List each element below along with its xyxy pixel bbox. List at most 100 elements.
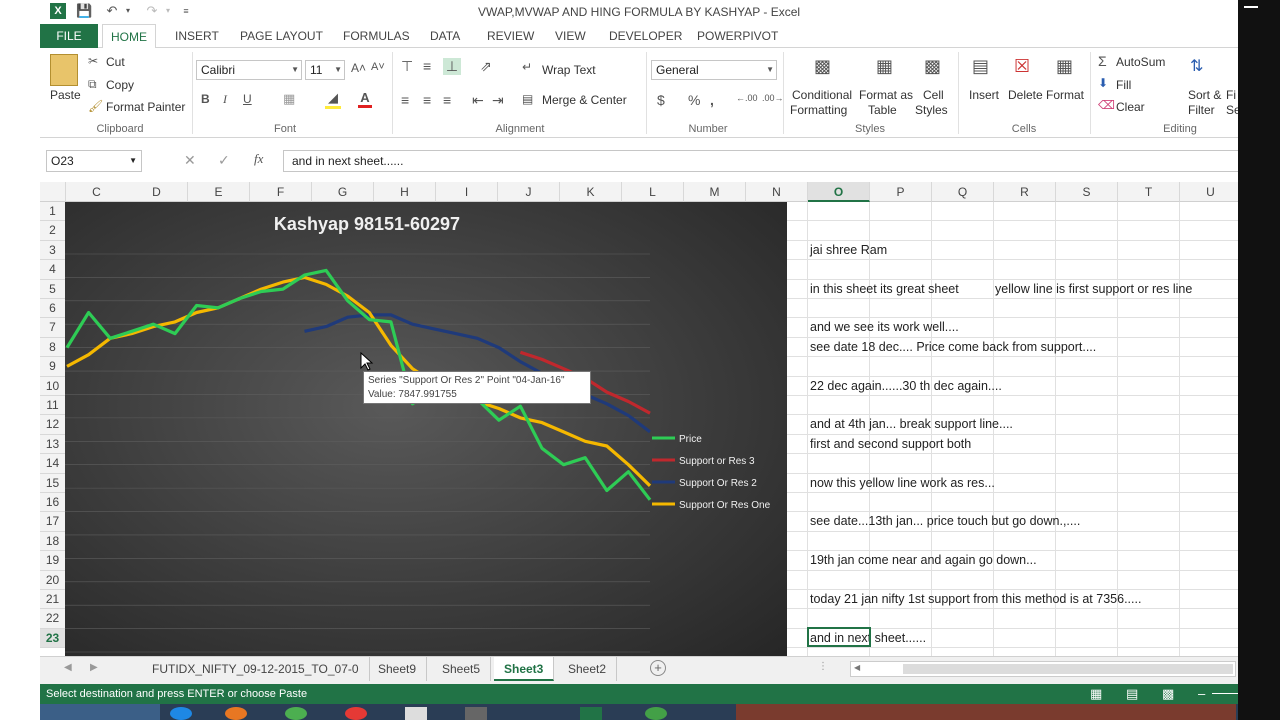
- tab-developer[interactable]: DEVELOPER: [601, 24, 690, 48]
- sheet-tab-sheet5[interactable]: Sheet5: [432, 657, 492, 681]
- scrollbar-thumb[interactable]: [903, 664, 1233, 674]
- row-header-6[interactable]: 6: [40, 299, 66, 319]
- tab-data[interactable]: DATA: [422, 24, 468, 48]
- column-header-i[interactable]: I: [436, 182, 498, 202]
- row-header-22[interactable]: 22: [40, 609, 66, 629]
- row-header-17[interactable]: 17: [40, 512, 66, 532]
- paste-button[interactable]: Paste: [50, 88, 81, 102]
- column-header-u[interactable]: U: [1180, 182, 1238, 202]
- firefox-icon[interactable]: [225, 707, 247, 720]
- column-header-e[interactable]: E: [188, 182, 250, 202]
- scroll-tabs-right-icon[interactable]: ▶: [90, 662, 98, 673]
- column-header-n[interactable]: N: [746, 182, 808, 202]
- tab-insert[interactable]: INSERT: [167, 24, 227, 48]
- normal-view-icon[interactable]: ▦: [1090, 684, 1102, 704]
- tab-review[interactable]: REVIEW: [479, 24, 542, 48]
- column-header-l[interactable]: L: [622, 182, 684, 202]
- cell-note-row-7[interactable]: and we see its work well....: [810, 318, 959, 337]
- chrome-icon[interactable]: [345, 707, 367, 720]
- delete-cells-button[interactable]: Delete: [1008, 88, 1043, 102]
- clear-button[interactable]: Clear: [1116, 100, 1145, 114]
- copy-button[interactable]: Copy: [106, 78, 134, 92]
- row-header-9[interactable]: 9: [40, 357, 66, 377]
- row-header-19[interactable]: 19: [40, 551, 66, 571]
- row-header-3[interactable]: 3: [40, 240, 66, 261]
- row-header-21[interactable]: 21: [40, 590, 66, 610]
- row-header-20[interactable]: 20: [40, 570, 66, 590]
- line-chart[interactable]: Kashyap 98151-60297 Price Support or Res …: [65, 202, 787, 656]
- format-as-table-label-2[interactable]: Table: [868, 103, 897, 117]
- sheet-tab-sheet3[interactable]: Sheet3: [494, 657, 555, 681]
- conditional-formatting-label-2[interactable]: Formatting: [790, 103, 847, 117]
- green-app-icon[interactable]: [645, 707, 667, 720]
- row-header-14[interactable]: 14: [40, 454, 66, 474]
- cut-button[interactable]: Cut: [106, 55, 125, 69]
- cell-note-row-19[interactable]: 19th jan come near and again go down...: [810, 551, 1037, 570]
- align-center-icon[interactable]: ≡: [423, 92, 431, 108]
- align-left-icon[interactable]: ≡: [401, 92, 409, 108]
- formula-input[interactable]: and in next sheet......: [283, 150, 1238, 172]
- cell-note-row-5[interactable]: yellow line is first support or res line: [995, 280, 1192, 299]
- cell-note-row-17[interactable]: see date...13th jan... price touch but g…: [810, 512, 1080, 531]
- cell-note-row-5[interactable]: in this sheet its great sheet: [810, 280, 959, 299]
- cell-note-row-3[interactable]: jai shree Ram: [810, 241, 887, 260]
- font-size-combo[interactable]: 11 ▼: [305, 60, 345, 80]
- orientation-icon[interactable]: ⇗: [480, 58, 492, 75]
- increase-font-icon[interactable]: A˄: [351, 61, 366, 75]
- split-handle-icon[interactable]: ⋮: [818, 661, 828, 672]
- media-icon[interactable]: [285, 707, 307, 720]
- row-header-1[interactable]: 1: [40, 202, 66, 222]
- ie-icon[interactable]: [170, 707, 192, 720]
- cell-note-row-13[interactable]: first and second support both: [810, 435, 971, 454]
- row-header-11[interactable]: 11: [40, 396, 66, 416]
- format-cells-button[interactable]: Format: [1046, 88, 1084, 102]
- format-painter-button[interactable]: Format Painter: [106, 100, 185, 114]
- column-header-r[interactable]: R: [994, 182, 1056, 202]
- cell-note-row-10[interactable]: 22 dec again......30 th dec again....: [810, 377, 1002, 396]
- decrease-font-icon[interactable]: A˅: [371, 61, 385, 73]
- currency-icon[interactable]: $: [657, 92, 665, 108]
- sheet-tab-futidx[interactable]: FUTIDX_NIFTY_09-12-2015_TO_07-0: [142, 657, 370, 681]
- increase-decimal-icon[interactable]: ←.00: [736, 93, 758, 103]
- tab-home[interactable]: HOME: [102, 24, 156, 49]
- scroll-tabs-left-icon[interactable]: ◀: [64, 662, 72, 673]
- start-area[interactable]: [40, 704, 160, 720]
- row-header-23[interactable]: 23: [40, 628, 66, 649]
- bold-icon[interactable]: B: [201, 92, 210, 106]
- scroll-left-icon[interactable]: ◀: [854, 663, 860, 672]
- fill-color-icon[interactable]: ◢: [325, 90, 341, 109]
- column-header-j[interactable]: J: [498, 182, 560, 202]
- borders-icon[interactable]: ▦: [283, 91, 295, 107]
- cancel-icon[interactable]: ✕: [184, 152, 196, 169]
- column-header-m[interactable]: M: [684, 182, 746, 202]
- sort-filter-label-1[interactable]: Sort &: [1188, 88, 1221, 102]
- cell-note-row-21[interactable]: today 21 jan nifty 1st support from this…: [810, 590, 1141, 609]
- column-header-h[interactable]: H: [374, 182, 436, 202]
- merge-center-button[interactable]: Merge & Center: [542, 93, 627, 107]
- column-header-p[interactable]: P: [870, 182, 932, 202]
- column-header-o[interactable]: O: [808, 182, 870, 202]
- minimize-icon[interactable]: [1244, 6, 1258, 8]
- row-header-2[interactable]: 2: [40, 221, 66, 241]
- worksheet-grid[interactable]: CDEFGHIJKLMNOPQRSTU 1 2 3 4 5 6 7 8 9 10 11 12 13 14 1…: [40, 182, 1238, 656]
- row-header-15[interactable]: 15: [40, 473, 66, 493]
- insert-cells-button[interactable]: Insert: [969, 88, 999, 102]
- italic-icon[interactable]: I: [223, 92, 227, 107]
- paste-icon[interactable]: [50, 54, 78, 86]
- selected-cell-indicator[interactable]: [807, 627, 871, 647]
- enter-icon[interactable]: ✓: [218, 152, 230, 169]
- row-header-4[interactable]: 4: [40, 260, 66, 280]
- select-all-corner[interactable]: [40, 182, 66, 202]
- row-header-18[interactable]: 18: [40, 531, 66, 552]
- align-right-icon[interactable]: ≡: [443, 92, 451, 108]
- tab-file[interactable]: FILE: [40, 24, 98, 48]
- decrease-indent-icon[interactable]: ⇤: [472, 92, 484, 109]
- row-header-8[interactable]: 8: [40, 337, 66, 358]
- decrease-decimal-icon[interactable]: .00→: [762, 93, 784, 103]
- cell-styles-label-2[interactable]: Styles: [915, 103, 948, 117]
- font-name-combo[interactable]: Calibri ▼: [196, 60, 302, 80]
- cell-styles-label-1[interactable]: Cell: [923, 88, 944, 102]
- row-header-10[interactable]: 10: [40, 376, 66, 396]
- comma-icon[interactable]: ,: [710, 92, 714, 108]
- find-select-label-1[interactable]: Fi: [1226, 88, 1236, 102]
